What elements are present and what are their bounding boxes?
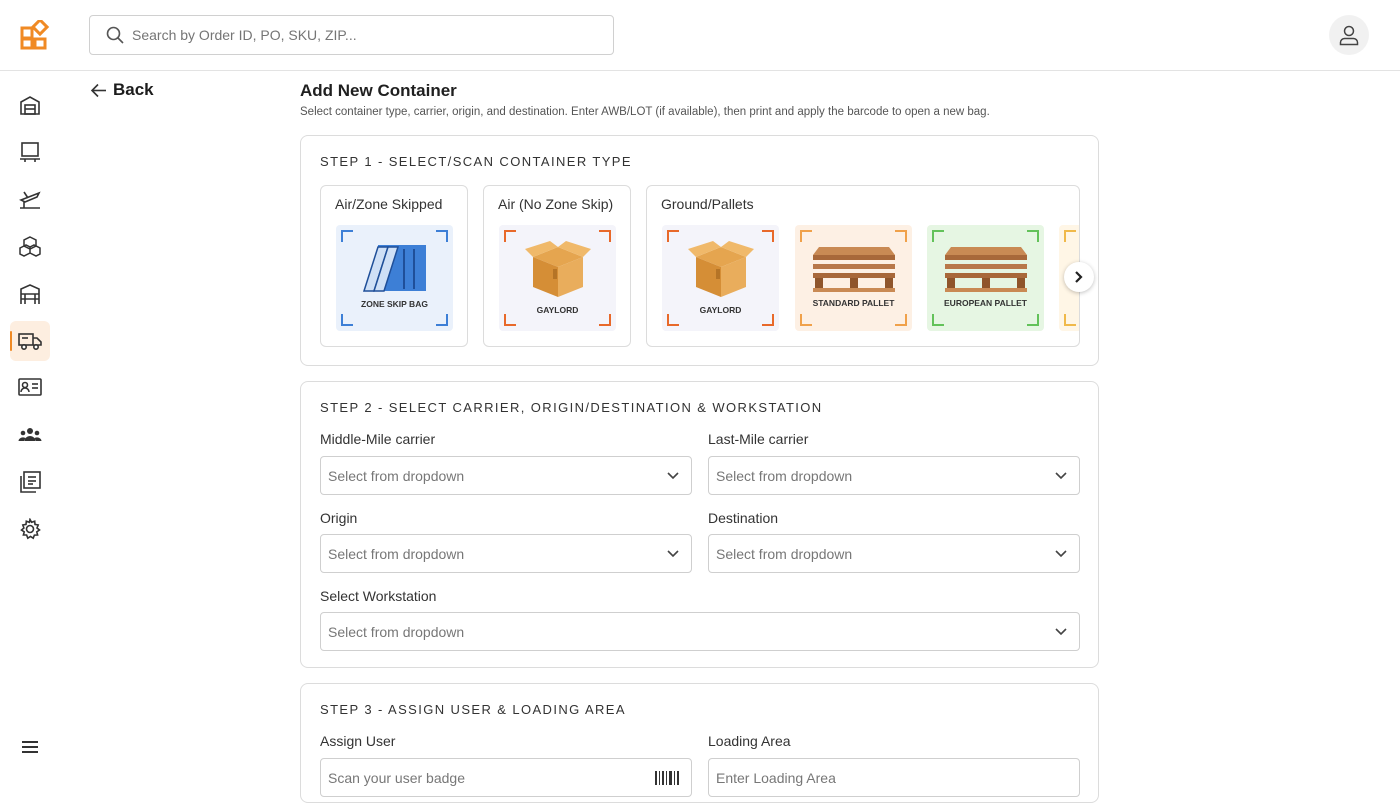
scroll-next-button[interactable]: [1064, 262, 1094, 292]
tile-caption: EUROPEAN PALLET: [944, 298, 1027, 308]
workstation-select[interactable]: Select from dropdown: [320, 612, 1080, 651]
chevron-down-icon: [1055, 471, 1067, 479]
gaylord-box-icon: [524, 241, 591, 297]
destination-label: Destination: [708, 510, 779, 526]
step2-card: STEP 2 - SELECT CARRIER, ORIGIN/DESTINAT…: [300, 381, 1099, 668]
gaylord-box-icon: [687, 241, 754, 297]
tile-standard-pallet[interactable]: STANDARD PALLET: [795, 225, 912, 331]
storage-rack-icon: [20, 284, 40, 304]
tile-caption: ZONE SKIP BAG: [361, 299, 428, 309]
truck-icon: [18, 333, 42, 351]
contact-card-icon: [18, 378, 42, 396]
tile-caption: GAYLORD: [699, 305, 742, 315]
chevron-down-icon: [1055, 627, 1067, 635]
pallet-icon: [812, 247, 895, 292]
loading-area-label: Loading Area: [708, 733, 791, 749]
step1-title: STEP 1 - SELECT/SCAN CONTAINER TYPE: [320, 154, 632, 169]
chevron-down-icon: [667, 471, 679, 479]
last-mile-select[interactable]: Select from dropdown: [708, 456, 1080, 495]
workstation-label: Select Workstation: [320, 588, 437, 604]
step1-card: STEP 1 - SELECT/SCAN CONTAINER TYPE Air/…: [300, 135, 1099, 366]
page-subtitle: Select container type, carrier, origin, …: [300, 106, 990, 118]
menu-icon: [22, 741, 38, 753]
middle-mile-label: Middle-Mile carrier: [320, 431, 436, 447]
chevron-down-icon: [667, 549, 679, 557]
select-value: Select from dropdown: [716, 545, 853, 562]
top-bar: [0, 0, 1400, 71]
tile-european-pallet[interactable]: EUROPEAN PALLET: [927, 225, 1044, 331]
nav-settings[interactable]: [10, 509, 50, 549]
flight-icon: [19, 191, 41, 209]
search-icon: [106, 26, 124, 44]
team-icon: [18, 428, 42, 441]
nav-reports[interactable]: [10, 462, 50, 502]
nav-delivery[interactable]: [10, 321, 50, 361]
select-value: Select from dropdown: [328, 623, 465, 640]
tile-zone-skip-bag[interactable]: ZONE SKIP BAG: [336, 225, 453, 331]
input-placeholder: Scan your user badge: [328, 769, 465, 786]
barcode-scan-icon[interactable]: [655, 770, 679, 785]
type-group-air-no-zone-skip: Air (No Zone Skip) GAYLORD: [483, 185, 631, 347]
select-value: Select from dropdown: [716, 467, 853, 484]
type-group-label: Air (No Zone Skip): [498, 196, 614, 212]
search-input[interactable]: [132, 27, 572, 43]
settings-icon: [20, 518, 41, 540]
reports-icon: [20, 471, 41, 493]
nav-contacts[interactable]: [10, 367, 50, 407]
type-group-air-zone-skipped: Air/Zone Skipped ZONE SKIP BAG: [320, 185, 468, 347]
workstation-icon: [20, 142, 40, 162]
nav-workstation[interactable]: [10, 132, 50, 172]
user-avatar[interactable]: [1329, 15, 1369, 55]
tile-caption: GAYLORD: [536, 305, 579, 315]
type-group-ground-pallets: Ground/Pallets GAYLORD STANDARD PALLET E…: [646, 185, 1080, 347]
origin-label: Origin: [320, 510, 358, 526]
assign-user-label: Assign User: [320, 733, 396, 749]
type-group-label: Ground/Pallets: [661, 196, 754, 212]
page-title: Add New Container: [300, 81, 457, 100]
nav-boxes[interactable]: [10, 227, 50, 267]
sidebar: [0, 71, 60, 777]
arrow-left-icon: [90, 83, 106, 97]
chevron-right-icon: [1075, 271, 1083, 283]
assign-user-input[interactable]: Scan your user badge: [320, 758, 692, 797]
tile-gaylord-ground[interactable]: GAYLORD: [662, 225, 779, 331]
nav-team[interactable]: [10, 415, 50, 455]
back-label: Back: [113, 80, 154, 99]
destination-select[interactable]: Select from dropdown: [708, 534, 1080, 573]
search-bar[interactable]: [89, 15, 614, 55]
boxes-icon: [19, 236, 41, 257]
middle-mile-select[interactable]: Select from dropdown: [320, 456, 692, 495]
select-value: Select from dropdown: [328, 467, 465, 484]
step3-title: STEP 3 - ASSIGN USER & LOADING AREA: [320, 702, 626, 717]
nav-warehouse[interactable]: [10, 85, 50, 125]
warehouse-icon: [20, 96, 40, 115]
last-mile-label: Last-Mile carrier: [708, 431, 809, 447]
pallet-icon: [944, 247, 1027, 292]
origin-select[interactable]: Select from dropdown: [320, 534, 692, 573]
nav-storage[interactable]: [10, 274, 50, 314]
app-logo-icon[interactable]: [20, 17, 50, 50]
nav-flights[interactable]: [10, 179, 50, 219]
chevron-down-icon: [1055, 549, 1067, 557]
user-icon: [1339, 25, 1359, 46]
loading-area-input[interactable]: Enter Loading Area: [708, 758, 1080, 797]
back-button[interactable]: Back: [90, 80, 154, 100]
tile-caption: STANDARD PALLET: [812, 298, 895, 308]
tile-gaylord-air[interactable]: GAYLORD: [499, 225, 616, 331]
step2-title: STEP 2 - SELECT CARRIER, ORIGIN/DESTINAT…: [320, 400, 823, 415]
select-value: Select from dropdown: [328, 545, 465, 562]
zone-skip-bag-icon: [362, 245, 426, 292]
menu-button[interactable]: [10, 727, 50, 767]
step3-card: STEP 3 - ASSIGN USER & LOADING AREA Assi…: [300, 683, 1099, 803]
type-group-label: Air/Zone Skipped: [335, 196, 443, 212]
input-placeholder: Enter Loading Area: [716, 769, 836, 786]
